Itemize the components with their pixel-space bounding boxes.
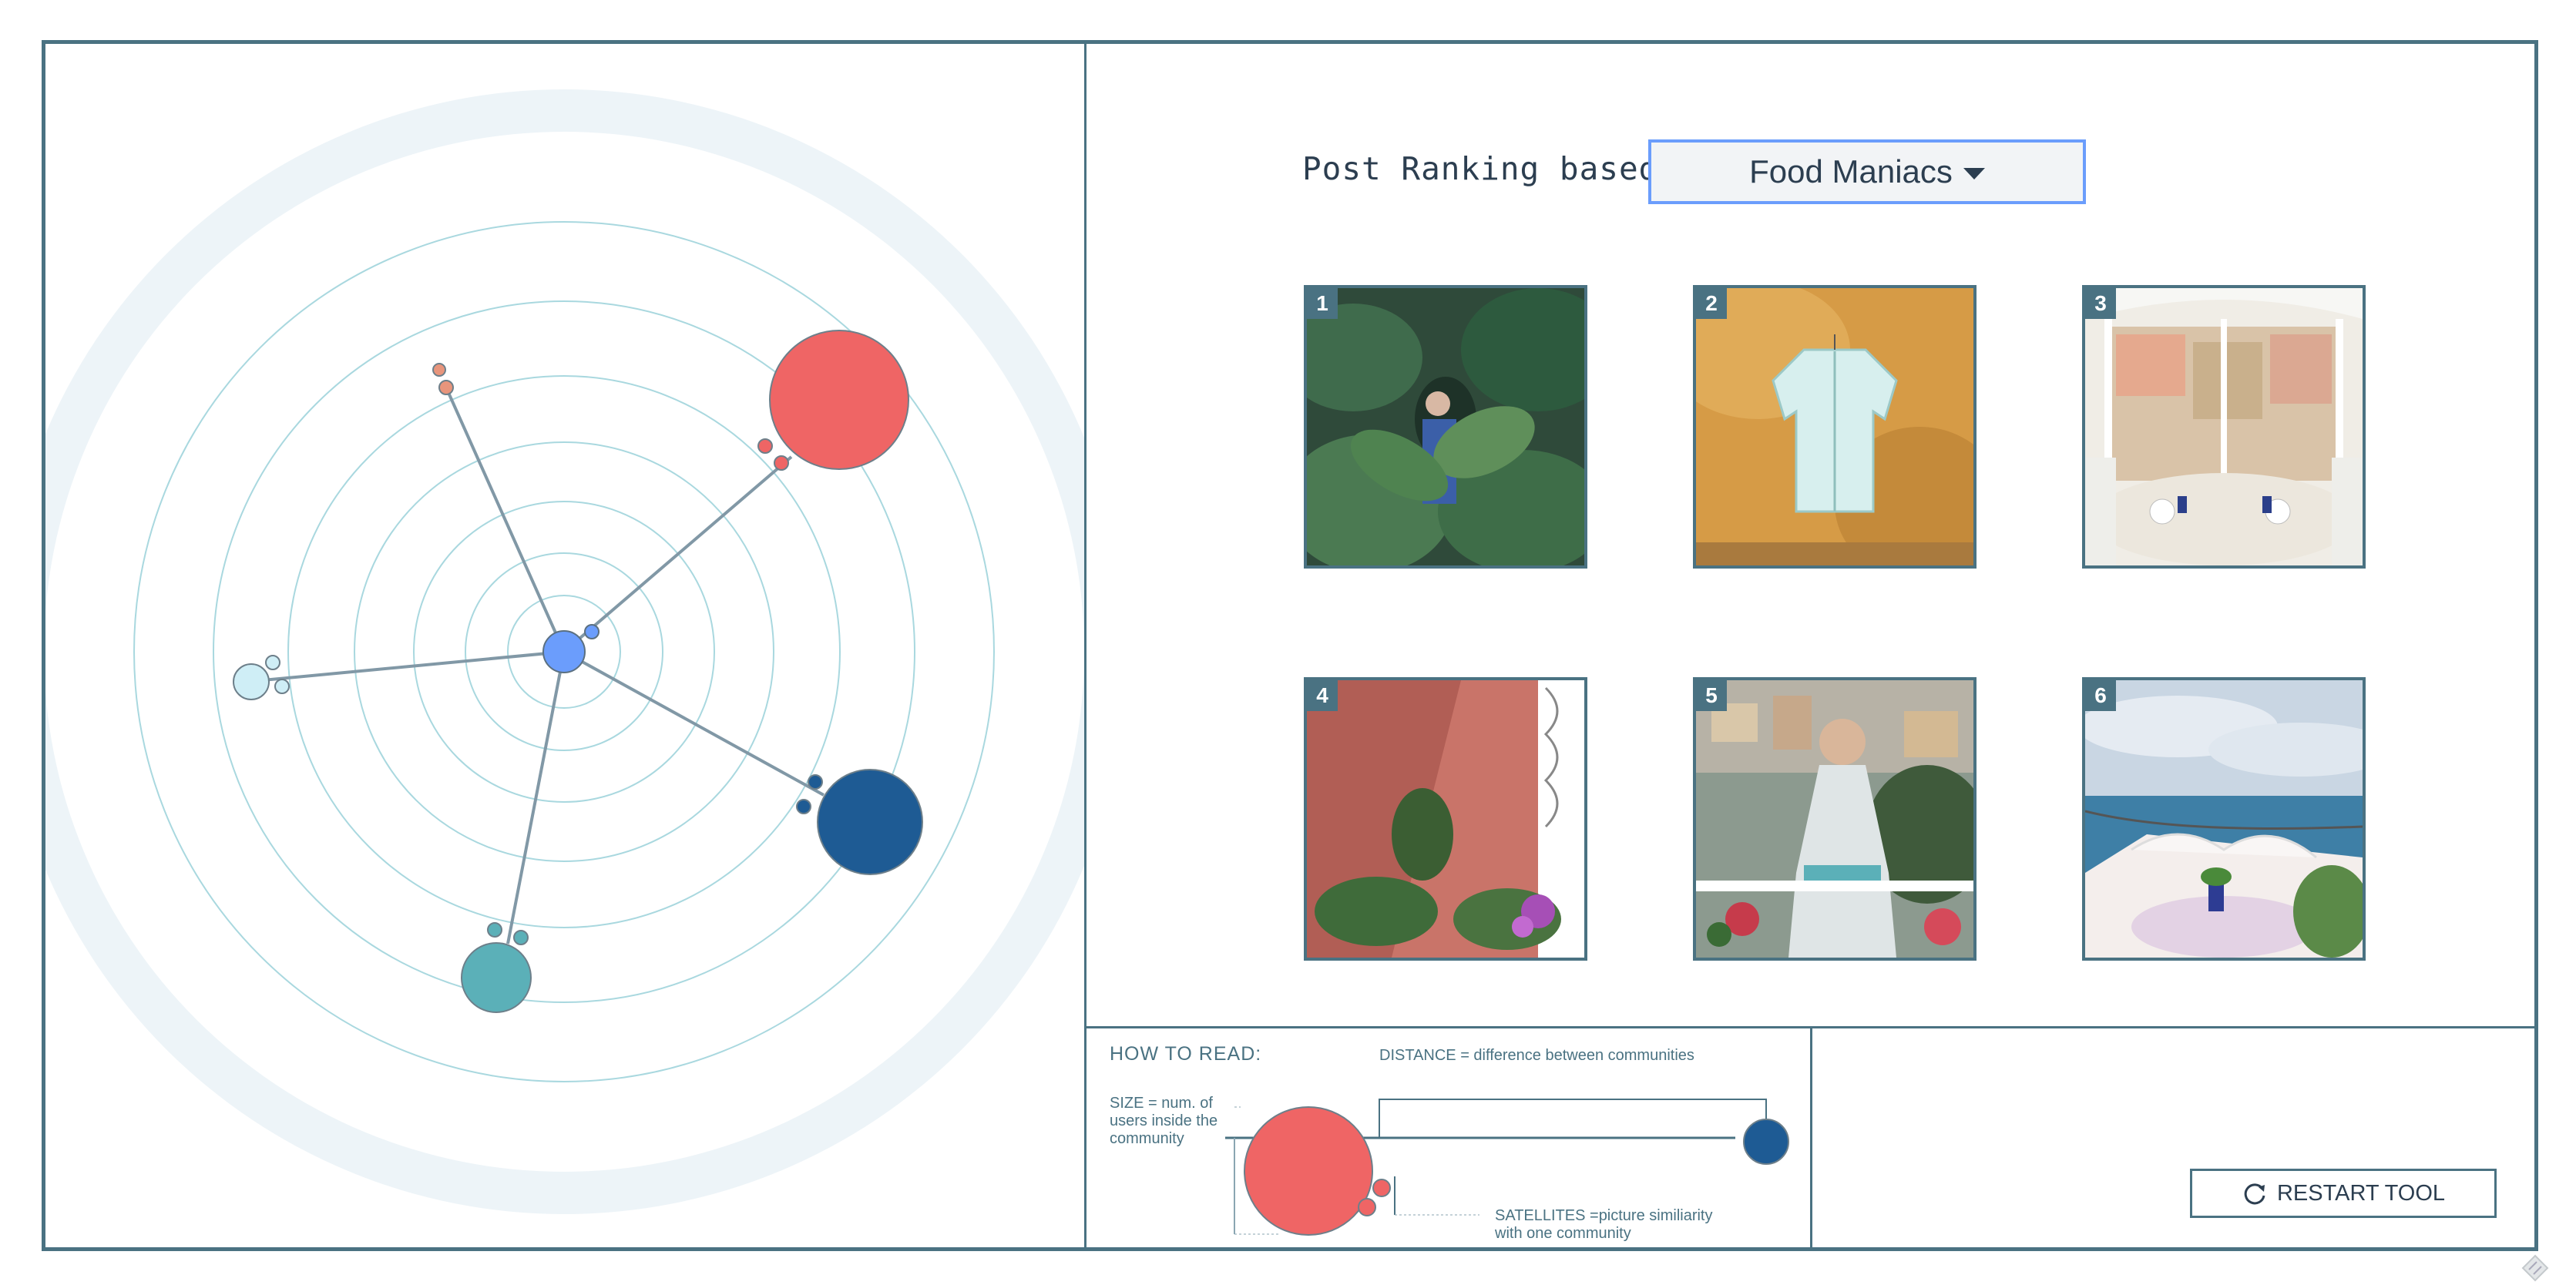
resize-handle-icon[interactable]	[2521, 1254, 2549, 1282]
community-node-salmon[interactable]	[438, 380, 454, 395]
post-image	[1307, 680, 1584, 958]
restart-label: RESTART TOOL	[2276, 1180, 2446, 1206]
legend-satellite-node	[1372, 1179, 1391, 1197]
legend-satellite-node	[1358, 1198, 1376, 1216]
satellite-node	[432, 363, 446, 377]
satellite-node	[265, 655, 280, 670]
rank-badge: 4	[1307, 680, 1338, 711]
satellite-node	[808, 774, 823, 790]
center-node[interactable]	[542, 630, 586, 673]
rank-badge: 1	[1307, 288, 1338, 319]
satellite-node	[584, 624, 599, 639]
legend-split-line	[1810, 1026, 1812, 1247]
refresh-icon	[2244, 1183, 2265, 1205]
app-frame: Post Ranking based on Food Maniacs 1 2 3…	[42, 40, 2538, 1251]
post-tile-4[interactable]: 4	[1304, 677, 1587, 961]
community-node-red[interactable]	[769, 330, 909, 470]
satellite-node	[796, 799, 811, 814]
caret-down-icon	[1963, 167, 1985, 179]
rank-badge: 5	[1696, 680, 1727, 711]
satellite-node	[513, 930, 529, 945]
satellite-node	[487, 922, 502, 938]
community-radar-panel	[45, 44, 1084, 1247]
post-image	[1307, 288, 1584, 565]
rank-badge: 2	[1696, 288, 1727, 319]
community-node-lightblue[interactable]	[233, 663, 270, 700]
post-image	[1696, 680, 1973, 958]
rank-badge: 3	[2085, 288, 2116, 319]
rank-badge: 6	[2085, 680, 2116, 711]
satellite-node	[274, 679, 290, 694]
community-dropdown[interactable]: Food Maniacs	[1648, 139, 2086, 204]
post-image	[2085, 680, 2363, 958]
post-image	[1696, 288, 1973, 565]
restart-button[interactable]: RESTART TOOL	[2190, 1169, 2497, 1218]
post-tile-3[interactable]: 3	[2082, 285, 2366, 569]
ranking-panel: Post Ranking based on Food Maniacs 1 2 3…	[1086, 44, 2534, 1247]
dropdown-value: Food Maniacs	[1749, 153, 1953, 190]
post-tile-1[interactable]: 1	[1304, 285, 1587, 569]
community-node-navy[interactable]	[817, 769, 923, 875]
post-tile-6[interactable]: 6	[2082, 677, 2366, 961]
community-radar	[45, 89, 1084, 1214]
post-tile-5[interactable]: 5	[1693, 677, 1977, 961]
satellite-node	[757, 438, 773, 454]
post-image	[2085, 288, 2363, 565]
community-node-teal[interactable]	[461, 942, 532, 1013]
satellite-node	[774, 455, 789, 471]
post-tile-2[interactable]: 2	[1693, 285, 1977, 569]
legend-far-node	[1743, 1119, 1789, 1165]
legend-diagram	[1225, 1099, 1789, 1236]
legend-community-node	[1244, 1106, 1373, 1236]
